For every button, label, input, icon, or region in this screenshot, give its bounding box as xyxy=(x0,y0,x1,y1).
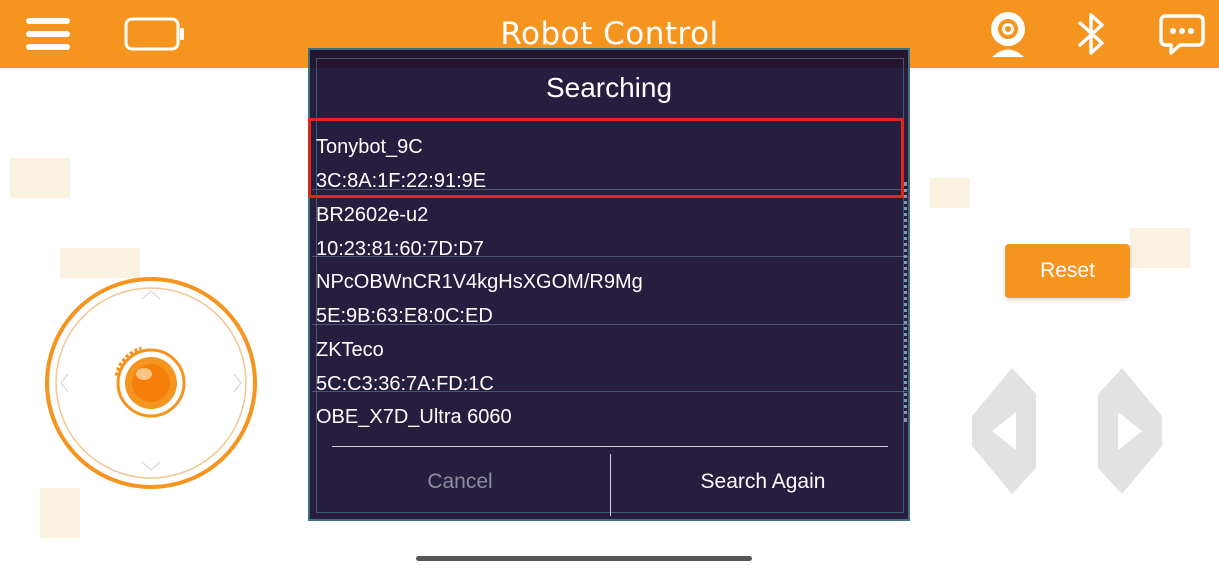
selected-device-highlight xyxy=(308,118,904,198)
rotate-left-button[interactable] xyxy=(972,368,1036,494)
device-item[interactable]: OBE_X7D_Ultra 6060 xyxy=(312,392,908,460)
joystick[interactable] xyxy=(44,276,258,490)
device-name: NPcOBWnCR1V4kgHsXGOM/R9Mg xyxy=(316,271,643,293)
device-name: BR2602e-u2 xyxy=(316,203,429,226)
device-name: ZKTeco xyxy=(316,338,384,361)
bluetooth-button[interactable] xyxy=(1074,0,1108,68)
reset-button[interactable]: Reset xyxy=(1005,244,1130,298)
device-item[interactable]: BR2602e-u2 10:23:81:60:7D:D7 xyxy=(312,190,908,260)
chat-icon xyxy=(1159,14,1205,55)
page-title: Robot Control xyxy=(500,16,719,52)
camera-button[interactable] xyxy=(984,0,1032,68)
button-divider xyxy=(610,454,611,516)
cancel-button[interactable]: Cancel xyxy=(330,462,590,502)
home-indicator[interactable] xyxy=(416,556,752,561)
bluetooth-icon xyxy=(1078,13,1104,55)
dialog-divider xyxy=(332,446,888,447)
device-item[interactable]: NPcOBWnCR1V4kgHsXGOM/R9Mg 5E:9B:63:E8:0C… xyxy=(312,257,908,327)
webcam-icon xyxy=(991,12,1025,57)
list-scrollbar[interactable] xyxy=(904,182,907,422)
device-item[interactable]: ZKTeco 5C:C3:36:7A:FD:1C xyxy=(312,325,908,395)
chat-button[interactable] xyxy=(1158,0,1206,68)
search-again-button[interactable]: Search Again xyxy=(620,462,906,502)
rotate-right-button[interactable] xyxy=(1098,368,1162,494)
device-name: OBE_X7D_Ultra 6060 xyxy=(316,406,512,428)
dialog-title: Searching xyxy=(545,72,673,103)
